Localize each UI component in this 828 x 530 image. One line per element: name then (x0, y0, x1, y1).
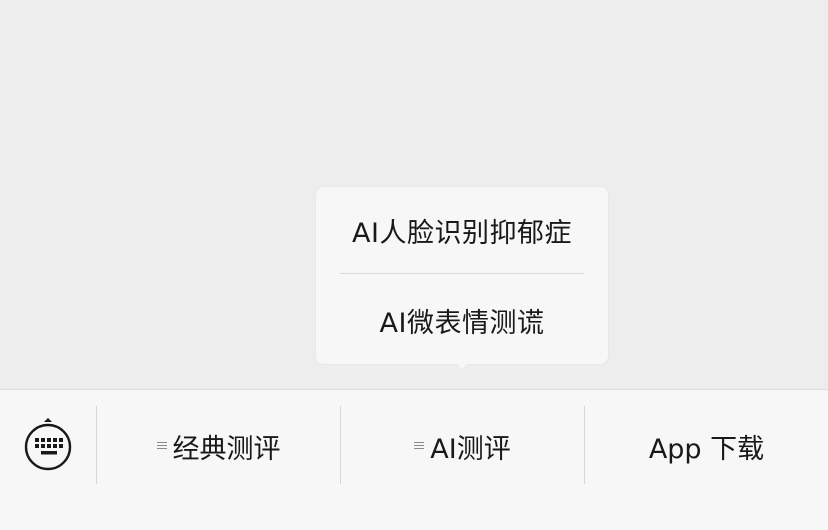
submenu-item-micro-expression[interactable]: AI微表情测谎 (316, 277, 608, 363)
keyboard-toggle-button[interactable] (0, 390, 96, 502)
submenu-pointer (453, 359, 471, 369)
menu-button-label: App 下载 (648, 433, 765, 465)
submenu-item-label: AI微表情测谎 (379, 307, 545, 339)
keyboard-icon (23, 416, 73, 476)
submenu-popup: AI人脸识别抑郁症 AI微表情测谎 (316, 187, 608, 364)
bottom-menu-bar: 经典测评 AI测评 App 下载 (0, 389, 828, 530)
menu-button-label: AI测评 (430, 433, 511, 465)
submenu-item-label: AI人脸识别抑郁症 (352, 217, 572, 249)
menu-button-app-download[interactable]: App 下载 (585, 390, 828, 502)
menu-lines-icon (414, 440, 425, 451)
submenu-item-face-depression[interactable]: AI人脸识别抑郁症 (316, 187, 608, 273)
menu-button-label: 经典测评 (172, 433, 281, 465)
menu-button-classic-test[interactable]: 经典测评 (97, 390, 340, 502)
submenu-divider (340, 273, 584, 274)
menu-button-ai-test[interactable]: AI测评 (341, 390, 584, 502)
menu-lines-icon (156, 440, 167, 451)
